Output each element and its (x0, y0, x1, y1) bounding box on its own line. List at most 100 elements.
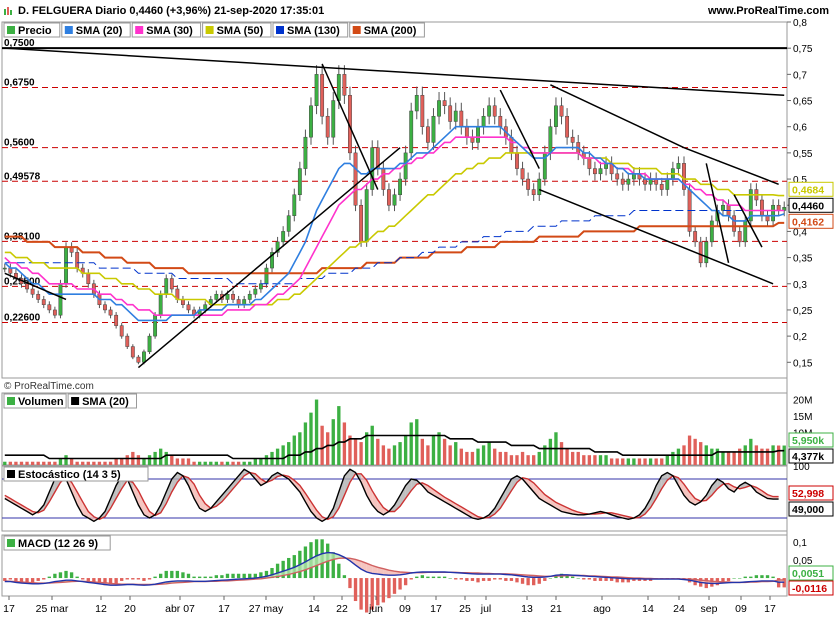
candle-body (364, 189, 369, 243)
volume-bar (14, 461, 18, 465)
candle-body (631, 173, 636, 180)
volume-bar (264, 455, 269, 465)
macd-histogram-bar (598, 578, 603, 581)
volume-bar (532, 455, 536, 465)
macd-histogram-bar (236, 573, 241, 579)
volume-bar (442, 438, 447, 465)
price-tick-label: 0,65 (793, 97, 813, 108)
volume-bar (242, 461, 246, 465)
macd-histogram-bar (426, 576, 430, 579)
volume-bar (142, 458, 146, 465)
volume-bar (459, 448, 463, 465)
candle-body (114, 314, 119, 326)
candle-body (548, 126, 553, 154)
candle-body (392, 194, 397, 206)
volume-bar (69, 458, 74, 465)
volume-bar (409, 422, 413, 465)
volume-bar (431, 435, 436, 465)
stoch-tick-label: 100 (793, 462, 810, 473)
x-tick-label: 25 mar (36, 603, 69, 615)
volume-bar (197, 461, 202, 465)
volume-bar (676, 448, 681, 465)
price-legend-label: SMA (130) (287, 25, 340, 37)
candle-body (620, 178, 625, 185)
macd-histogram-bar (593, 578, 597, 581)
volume-bar (687, 435, 692, 465)
volume-bar (403, 435, 408, 465)
candle-body (169, 278, 174, 290)
candle-body (58, 283, 63, 316)
candle-body (531, 189, 536, 196)
volume-bar (593, 455, 597, 465)
macd-histogram-bar (125, 578, 129, 580)
macd-histogram-bar (364, 578, 369, 613)
price-candle (409, 102, 414, 161)
volume-bar (248, 461, 252, 465)
candle-body (709, 220, 714, 243)
volume-bar (108, 461, 113, 465)
volume-bar (548, 438, 553, 465)
candle-body (303, 136, 308, 169)
volume-bar (760, 448, 764, 465)
candle-body (214, 293, 219, 300)
candle-body (704, 241, 709, 264)
macd-histogram-bar (392, 578, 397, 594)
macd-histogram-bar (42, 578, 46, 580)
macd-histogram-bar (520, 578, 525, 584)
macd-histogram-bar (732, 578, 736, 579)
candle-body (125, 335, 130, 347)
macd-badge: 0,0051 (788, 565, 834, 581)
macd-histogram-bar (743, 576, 747, 579)
macd-histogram-bar (209, 576, 213, 579)
macd-histogram-bar (515, 578, 519, 583)
x-tick-label: 27 may (249, 603, 284, 615)
resistance-label: 0,22600 (4, 313, 41, 324)
price-tick-label: 0,55 (793, 149, 813, 160)
volume-bar (225, 461, 230, 465)
candle-body (698, 241, 703, 264)
macd-histogram-bar (153, 576, 157, 579)
volume-badge: 5,950k (788, 432, 834, 448)
candle-body (587, 157, 592, 169)
x-tick-label: 13 (521, 603, 533, 615)
macd-histogram-bar (548, 578, 553, 579)
x-tick-label: 21 (550, 603, 562, 615)
macd-histogram-bar (248, 573, 252, 579)
candle-body (103, 304, 107, 311)
macd-histogram-bar (532, 578, 536, 586)
candle-body (437, 100, 441, 117)
volume-bar (754, 445, 759, 465)
x-tick-label: 17 (218, 603, 230, 615)
macd-histogram-bar (114, 578, 118, 584)
badge-text: 49,000 (792, 504, 824, 516)
candle-body (186, 304, 191, 311)
candle-body (693, 231, 698, 243)
price-tick-label: 0,3 (793, 280, 807, 291)
macd-histogram-bar (398, 578, 402, 590)
macd-histogram-bar (86, 578, 90, 581)
price-candle (64, 242, 68, 288)
macd-histogram-bar (726, 578, 731, 581)
volume-bar (509, 455, 514, 465)
volume-tick-label: 15M (793, 412, 812, 423)
volume-bar (493, 448, 497, 465)
macd-histogram-bar (225, 573, 230, 579)
volume-bar (287, 442, 291, 465)
volume-bar (437, 432, 441, 465)
macd-histogram-bar (181, 572, 185, 579)
candle-body (292, 194, 297, 216)
volume-bar (125, 455, 129, 465)
macd-histogram-bar (120, 578, 124, 581)
x-tick-label: ago (593, 603, 611, 615)
price-tick-label: 0,25 (793, 306, 813, 317)
volume-bar (648, 458, 653, 465)
volume-bar (253, 458, 257, 465)
candle-body (231, 293, 235, 300)
stoch-badge: 49,000 (788, 501, 834, 517)
candle-body (676, 163, 681, 169)
badge-text: 0,0051 (792, 568, 824, 580)
volume-bar (626, 458, 630, 465)
price-candle (748, 183, 753, 227)
candle-body (297, 168, 302, 196)
macd-histogram-bar (186, 573, 191, 579)
